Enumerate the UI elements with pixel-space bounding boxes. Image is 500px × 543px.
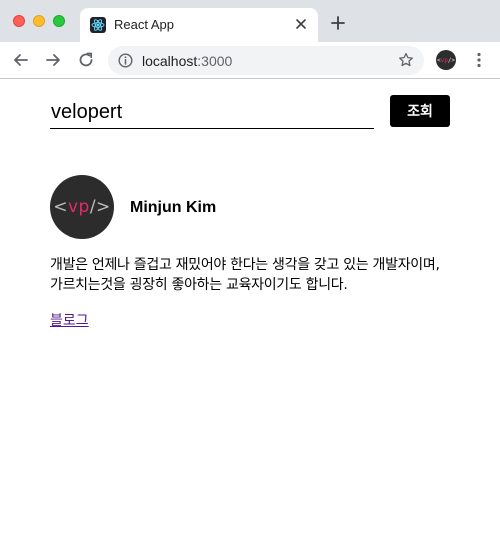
more-vert-icon[interactable] <box>470 51 488 69</box>
user-avatar: < vp/> <box>50 175 114 239</box>
back-arrow-icon[interactable] <box>12 51 30 69</box>
search-input[interactable] <box>50 97 374 129</box>
url-host: localhost <box>142 53 198 69</box>
bookmark-star-icon[interactable] <box>398 52 414 68</box>
profile-avatar[interactable]: < vp/> <box>436 50 456 70</box>
close-tab-icon[interactable] <box>293 16 309 32</box>
close-window-button[interactable] <box>13 15 25 27</box>
user-bio: 개발은 언제나 즐겁고 재밌어야 한다는 생각을 갖고 있는 개발자이며, 가르… <box>50 257 440 293</box>
search-button[interactable]: 조회 <box>390 95 450 127</box>
address-bar[interactable]: localhost:3000 <box>108 46 424 75</box>
zoom-window-button[interactable] <box>53 15 65 27</box>
react-logo-icon <box>90 17 106 33</box>
avatar-mark: vp <box>67 197 90 217</box>
browser-toolbar: localhost:3000 < vp/> <box>0 42 500 79</box>
forward-arrow-icon[interactable] <box>44 51 62 69</box>
avatar-open: < <box>53 197 68 217</box>
avatar-close: /> <box>89 197 111 217</box>
blog-link[interactable]: 블로그 <box>50 312 89 330</box>
new-tab-icon[interactable] <box>330 15 346 31</box>
tab-title: React App <box>114 17 174 32</box>
info-icon[interactable] <box>118 53 133 68</box>
browser-tab[interactable]: React App <box>80 8 318 42</box>
profile-badge-mark: vp <box>440 56 448 64</box>
url-text: localhost:3000 <box>142 53 232 69</box>
reload-icon[interactable] <box>77 51 95 69</box>
user-name: Minjun Kim <box>130 199 217 216</box>
url-port: :3000 <box>197 53 233 69</box>
minimize-window-button[interactable] <box>33 15 45 27</box>
browser-titlebar: React App <box>0 0 500 42</box>
profile-badge-close: /> <box>447 56 456 64</box>
